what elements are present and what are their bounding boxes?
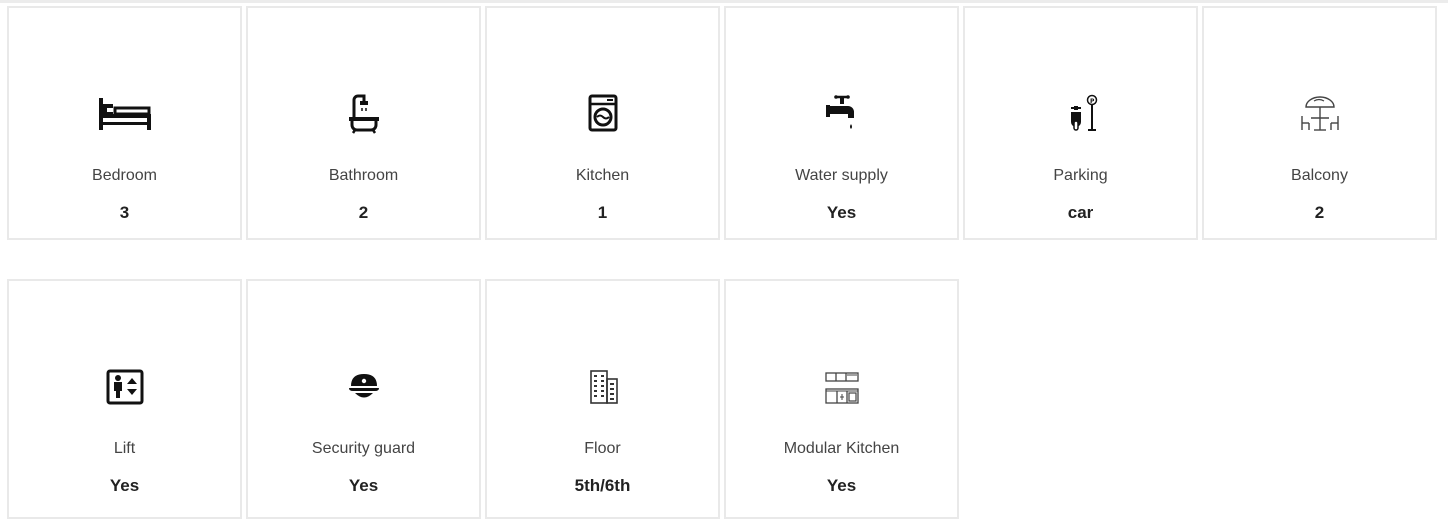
feature-label: Parking bbox=[1053, 167, 1108, 184]
feature-card-lift: Lift Yes bbox=[7, 279, 242, 519]
security-guard-cap-icon bbox=[248, 367, 479, 407]
top-divider bbox=[0, 0, 1448, 3]
feature-value: Yes bbox=[826, 203, 857, 222]
feature-value: 1 bbox=[597, 203, 608, 222]
feature-value: 2 bbox=[358, 203, 369, 222]
water-tap-icon bbox=[726, 94, 957, 134]
feature-card-water-supply: Water supply Yes bbox=[724, 6, 959, 240]
feature-card-bathroom: Bathroom 2 bbox=[246, 6, 481, 240]
elevator-icon bbox=[9, 367, 240, 407]
feature-value: 2 bbox=[1314, 203, 1325, 222]
feature-card-parking: P Parking car bbox=[963, 6, 1198, 240]
feature-value: car bbox=[1067, 203, 1094, 222]
building-floors-icon bbox=[487, 367, 718, 407]
bathtub-shower-icon bbox=[248, 94, 479, 134]
feature-card-bedroom: Bedroom 3 bbox=[7, 6, 242, 240]
feature-label: Bedroom bbox=[92, 167, 157, 184]
washing-machine-icon bbox=[487, 94, 718, 134]
scooter-parking-icon: P bbox=[965, 94, 1196, 134]
feature-card-security-guard: Security guard Yes bbox=[246, 279, 481, 519]
feature-label: Lift bbox=[113, 440, 136, 457]
feature-value: Yes bbox=[826, 476, 857, 495]
feature-card-kitchen: Kitchen 1 bbox=[485, 6, 720, 240]
feature-value: Yes bbox=[109, 476, 140, 495]
feature-card-modular-kitchen: Modular Kitchen Yes bbox=[724, 279, 959, 519]
balcony-umbrella-table-icon bbox=[1204, 94, 1435, 134]
modular-kitchen-cabinets-icon bbox=[726, 367, 957, 407]
feature-label: Water supply bbox=[795, 167, 888, 184]
svg-text:P: P bbox=[1090, 98, 1095, 105]
feature-card-floor: Floor 5th/6th bbox=[485, 279, 720, 519]
bed-icon bbox=[9, 94, 240, 134]
feature-label: Modular Kitchen bbox=[783, 440, 900, 457]
feature-label: Security guard bbox=[311, 440, 416, 457]
feature-label: Bathroom bbox=[328, 167, 399, 184]
property-features-grid: Bedroom 3 Bathroom 2 Kitchen 1 Water sup… bbox=[7, 6, 1439, 519]
feature-value: 3 bbox=[119, 203, 130, 222]
feature-value: 5th/6th bbox=[574, 476, 631, 495]
feature-card-balcony: Balcony 2 bbox=[1202, 6, 1437, 240]
feature-label: Balcony bbox=[1291, 167, 1348, 184]
feature-value: Yes bbox=[348, 476, 379, 495]
feature-label: Kitchen bbox=[575, 167, 630, 184]
feature-label: Floor bbox=[584, 440, 621, 457]
